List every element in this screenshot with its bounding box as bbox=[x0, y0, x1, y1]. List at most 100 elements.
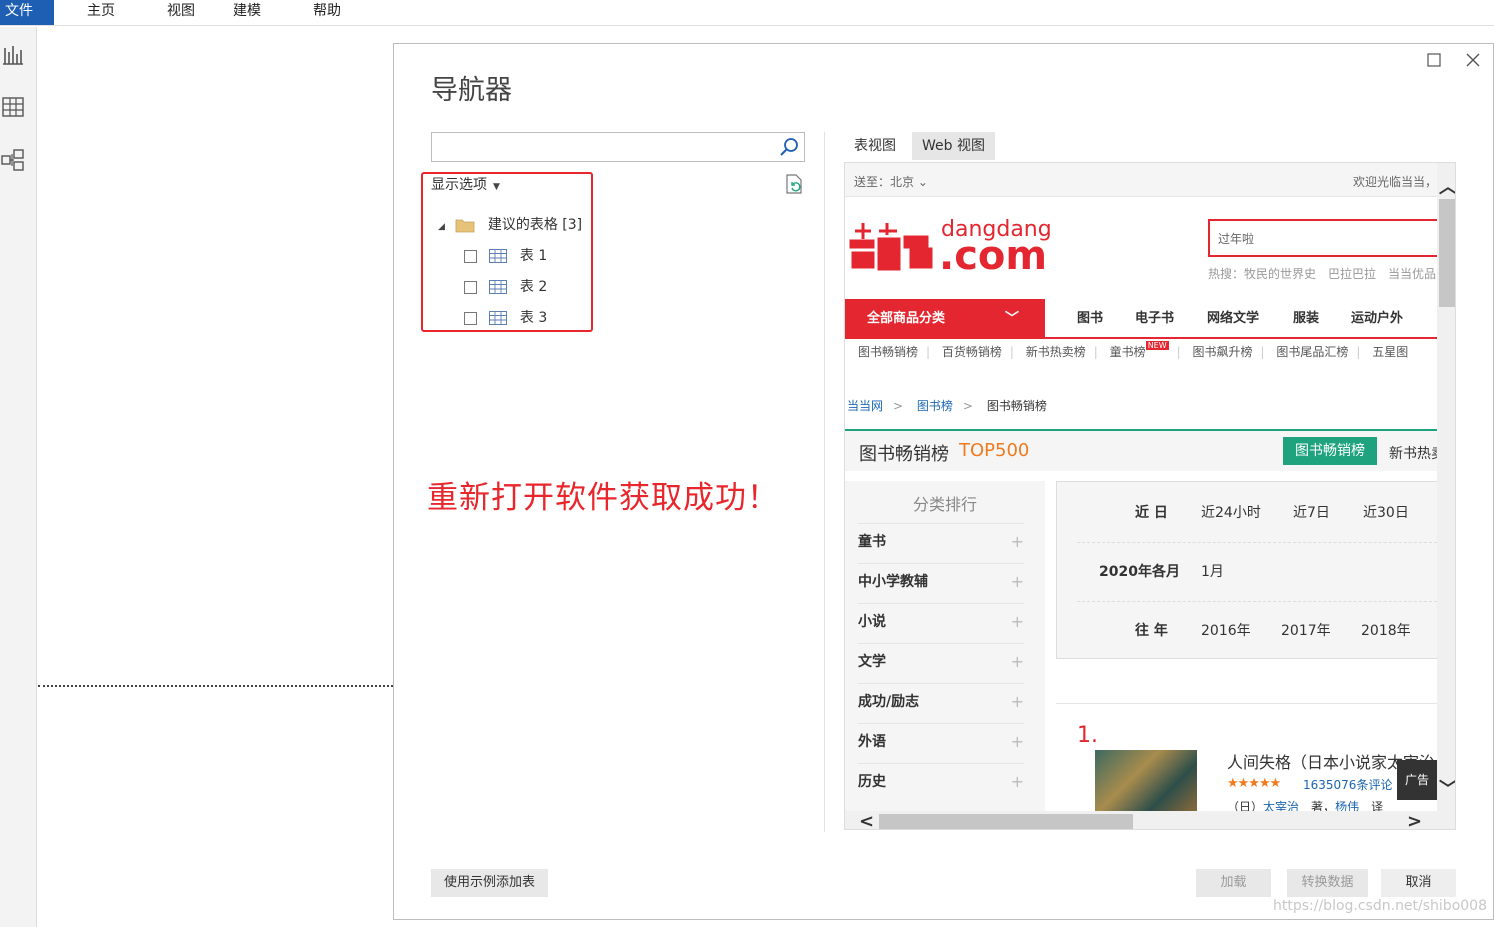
maximize-icon[interactable] bbox=[1424, 52, 1444, 72]
menu-home[interactable]: 主页 bbox=[87, 0, 115, 23]
hot-search-words[interactable]: 热搜：牧民的世界史 巴拉巴拉 当当优品 bbox=[1208, 265, 1436, 282]
date-option[interactable]: 2017年 bbox=[1281, 620, 1331, 640]
plus-icon: + bbox=[1010, 772, 1024, 791]
date-option[interactable]: 2018年 bbox=[1361, 620, 1411, 640]
cancel-button[interactable]: 取消 bbox=[1381, 869, 1456, 897]
plus-icon: + bbox=[1010, 572, 1024, 591]
folder-icon bbox=[455, 219, 475, 233]
breadcrumb-link[interactable]: 图书榜 bbox=[917, 399, 953, 413]
tree-folder-suggested[interactable]: ◢ 建议的表格 [3] bbox=[438, 214, 582, 234]
subnav-item[interactable]: 图书尾品汇榜 bbox=[1276, 345, 1348, 359]
nav-ebooks[interactable]: 电子书 bbox=[1135, 299, 1174, 339]
breadcrumb-current: 图书畅销榜 bbox=[986, 399, 1047, 413]
ship-to[interactable]: 送至：北京 ⌄ bbox=[854, 173, 928, 190]
nav-sports[interactable]: 运动户外 bbox=[1351, 299, 1403, 339]
checkbox[interactable] bbox=[464, 280, 477, 294]
report-view-icon[interactable] bbox=[0, 42, 26, 68]
date-option[interactable]: 近24小时 bbox=[1201, 502, 1261, 522]
plus-icon: + bbox=[1010, 652, 1024, 671]
logo-com: .com bbox=[939, 233, 1048, 279]
dangdang-logo[interactable] bbox=[849, 217, 941, 277]
tree-item-table-2[interactable]: 表 2 bbox=[464, 276, 547, 296]
category-item[interactable]: 成功/励志 + bbox=[858, 683, 1024, 723]
year-label: 往 年 bbox=[1135, 623, 1168, 639]
search-icon[interactable] bbox=[778, 136, 800, 158]
scroll-down-icon[interactable]: ﹀ bbox=[1439, 775, 1455, 801]
checkbox[interactable] bbox=[464, 311, 477, 325]
tab-web-view[interactable]: Web 视图 bbox=[912, 132, 995, 160]
date-option[interactable]: 近30日 bbox=[1363, 502, 1409, 522]
tree-item-table-1[interactable]: 表 1 bbox=[464, 245, 547, 265]
subnav-item[interactable]: 图书畅销榜 bbox=[858, 345, 918, 359]
rank-tab-bestseller[interactable]: 图书畅销榜 bbox=[1283, 437, 1377, 465]
plus-icon: + bbox=[1010, 532, 1024, 551]
search-input[interactable] bbox=[431, 132, 805, 162]
plus-icon: + bbox=[1010, 612, 1024, 631]
load-button[interactable]: 加载 bbox=[1196, 869, 1271, 897]
scroll-left-icon[interactable]: < bbox=[859, 811, 874, 829]
site-navbar: 全部商品分类 ﹀ 图书 电子书 网络文学 服装 运动户外 bbox=[845, 299, 1437, 339]
table-icon bbox=[489, 249, 508, 263]
tree-item-table-3[interactable]: 表 3 bbox=[464, 307, 547, 327]
category-item[interactable]: 文学 + bbox=[858, 643, 1024, 683]
ad-badge[interactable]: 广告 bbox=[1397, 760, 1437, 800]
dialog-title: 导航器 bbox=[431, 75, 512, 106]
table-icon bbox=[489, 280, 508, 294]
refresh-icon[interactable] bbox=[783, 173, 805, 195]
rank-number: 1. bbox=[1077, 723, 1098, 748]
category-item[interactable]: 中小学教辅 + bbox=[858, 563, 1024, 603]
category-item[interactable]: 小说 + bbox=[858, 603, 1024, 643]
transform-data-button[interactable]: 转换数据 bbox=[1287, 869, 1368, 897]
subnav-item[interactable]: 童书榜 bbox=[1110, 345, 1146, 359]
menu-help[interactable]: 帮助 bbox=[313, 0, 341, 23]
date-filter: 近 日 近24小时 近7日 近30日 2020年各月 1月 往 年 2016年 … bbox=[1056, 481, 1447, 659]
data-view-icon[interactable] bbox=[0, 94, 26, 120]
all-categories-button[interactable]: 全部商品分类 ﹀ bbox=[845, 299, 1045, 339]
menu-modeling[interactable]: 建模 bbox=[233, 0, 261, 23]
nav-books[interactable]: 图书 bbox=[1077, 299, 1103, 339]
checkbox[interactable] bbox=[464, 249, 477, 263]
rank-title: 图书畅销榜 bbox=[859, 444, 949, 465]
date-option[interactable]: 近7日 bbox=[1293, 502, 1330, 522]
review-count[interactable]: 1635076条评论 bbox=[1303, 776, 1392, 793]
close-icon[interactable] bbox=[1463, 52, 1483, 72]
scroll-right-icon[interactable]: > bbox=[1407, 811, 1422, 829]
breadcrumb-link[interactable]: 当当网 bbox=[847, 399, 883, 413]
subnav-item[interactable]: 百货畅销榜 bbox=[942, 345, 1002, 359]
menu-bar: 文件 主页 视图 建模 帮助 bbox=[0, 0, 1494, 26]
star-rating: ★★★★★ bbox=[1227, 776, 1281, 791]
site-search-input[interactable]: 过年啦 bbox=[1208, 219, 1438, 257]
book-cover[interactable] bbox=[1095, 750, 1197, 812]
table-label: 表 2 bbox=[519, 279, 548, 295]
scroll-up-icon[interactable]: ︿ bbox=[1439, 173, 1455, 199]
collapse-triangle-icon[interactable]: ◢ bbox=[438, 222, 445, 232]
file-menu[interactable]: 文件 bbox=[0, 0, 54, 25]
date-option[interactable]: 1月 bbox=[1201, 561, 1224, 581]
view-rail bbox=[0, 27, 37, 927]
subnav-item[interactable]: 五星图 bbox=[1372, 345, 1408, 359]
model-view-icon[interactable] bbox=[0, 147, 26, 173]
pane-divider bbox=[824, 132, 825, 832]
subnav-item[interactable]: 图书飙升榜 bbox=[1193, 345, 1253, 359]
date-option[interactable]: 2016年 bbox=[1201, 620, 1251, 640]
watermark: https://blog.csdn.net/shibo008 bbox=[1273, 898, 1487, 914]
rank-header: 图书畅销榜 TOP500 图书畅销榜 新书热卖 bbox=[845, 429, 1445, 471]
horizontal-scroll-thumb[interactable] bbox=[879, 814, 1133, 829]
month-label: 2020年各月 bbox=[1099, 564, 1180, 580]
tab-table-view[interactable]: 表视图 bbox=[844, 132, 906, 160]
nav-clothing[interactable]: 服装 bbox=[1293, 299, 1319, 339]
menu-view[interactable]: 视图 bbox=[167, 0, 195, 23]
canvas-page-divider bbox=[38, 685, 393, 687]
subnav-item[interactable]: 新书热卖榜 bbox=[1026, 345, 1086, 359]
divider bbox=[1077, 542, 1447, 543]
category-item[interactable]: 历史 + bbox=[858, 763, 1024, 803]
table-icon bbox=[489, 311, 508, 325]
category-item[interactable]: 童书 + bbox=[858, 523, 1024, 563]
divider bbox=[1056, 703, 1437, 704]
plus-icon: + bbox=[1010, 692, 1024, 711]
vertical-scroll-thumb[interactable] bbox=[1439, 199, 1455, 307]
nav-web-literature[interactable]: 网络文学 bbox=[1207, 299, 1259, 339]
add-table-using-examples-button[interactable]: 使用示例添加表 bbox=[431, 869, 548, 897]
category-item[interactable]: 外语 + bbox=[858, 723, 1024, 763]
plus-icon: + bbox=[1010, 732, 1024, 751]
